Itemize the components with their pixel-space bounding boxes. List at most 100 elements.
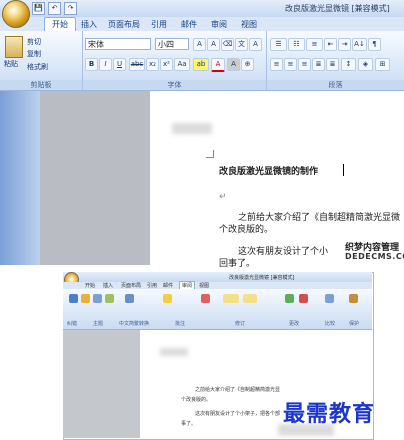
line-spacing-icon[interactable]: ↕ — [341, 58, 356, 71]
tab-page-layout[interactable]: 页面布局 — [106, 19, 142, 31]
text-cursor — [343, 164, 344, 176]
highlight-icon[interactable]: ab — [193, 58, 209, 71]
doc-heading: 改良版激光显微镜的制作 — [219, 167, 319, 177]
margin-mark — [206, 150, 214, 158]
increase-indent-icon[interactable]: ⇥ — [338, 38, 351, 51]
office-button[interactable] — [2, 0, 30, 28]
dedecms-watermark: 织梦内容管理 DEDECMS.COM — [345, 240, 404, 264]
paragraph-group: ☰ ☷ ≡ ⇤ ⇥ A↓ ¶ ≡ ≡ ≡ ≣ ≣ ↕ ◈ ⊞ 段落 — [267, 31, 404, 90]
window-title-small: 改良版激光显微镜 [兼容模式] — [229, 275, 295, 281]
enclose-char-icon[interactable]: ⊕ — [241, 58, 254, 71]
tab-mailings[interactable]: 邮件 — [178, 19, 200, 31]
group-tracking: 修订 — [235, 321, 246, 327]
word-window-top: 💾 ↶ ↷ 改良版激光显微镜 [兼容模式] 开始 插入 页面布局 引用 邮件 审… — [0, 0, 404, 269]
bullets-icon[interactable]: ☰ — [270, 38, 287, 51]
protect-icon[interactable] — [349, 294, 358, 303]
numbering-icon[interactable]: ☷ — [288, 38, 305, 51]
clear-format-icon[interactable]: ⌫ — [221, 38, 234, 51]
tab-home[interactable]: 开始 — [44, 17, 76, 32]
doc-small-para2-line2: 事了。 — [181, 421, 197, 427]
group-changes: 更改 — [289, 321, 300, 327]
delete-comment-icon[interactable] — [201, 294, 210, 303]
strikethrough-icon[interactable]: abc — [129, 58, 145, 71]
left-panel — [0, 91, 40, 265]
workspace-gray — [40, 91, 150, 265]
cut-button[interactable]: 剪切 — [27, 37, 41, 47]
track-changes-icon[interactable] — [223, 294, 239, 303]
shading-icon[interactable]: ◈ — [358, 58, 373, 71]
tab-home-small[interactable]: 开始 — [85, 282, 95, 289]
font-name-select[interactable]: 宋体 — [85, 38, 151, 50]
reject-icon[interactable] — [299, 294, 308, 303]
tab-references-small[interactable]: 引用 — [147, 282, 157, 289]
accept-icon[interactable] — [285, 294, 294, 303]
font-group: 宋体 小四 A A ⌫ 文 A B I U abc x₂ x² Aa ab A … — [83, 31, 267, 90]
thesaurus-icon[interactable] — [93, 294, 102, 303]
grow-font-icon[interactable]: A — [193, 38, 206, 51]
doc-small-para2-line1: 这次有朋友设计了个小架子，把各个部 — [195, 411, 281, 417]
redo-icon[interactable]: ↷ — [64, 2, 77, 15]
align-left-icon[interactable]: ≡ — [270, 58, 283, 71]
justify-icon[interactable]: ≣ — [312, 58, 325, 71]
doc-para2-line2: 回事了。 — [219, 259, 256, 269]
multilevel-list-icon[interactable]: ≡ — [306, 38, 323, 51]
group-protect: 保护 — [349, 321, 360, 327]
italic-icon[interactable]: I — [99, 58, 112, 71]
save-icon[interactable]: 💾 — [32, 2, 45, 15]
shrink-font-icon[interactable]: A — [207, 38, 220, 51]
tab-mailings-small[interactable]: 邮件 — [163, 282, 173, 289]
spelling-icon[interactable] — [69, 294, 78, 303]
balloons-icon[interactable] — [243, 294, 257, 303]
tab-insert[interactable]: 插入 — [78, 19, 100, 31]
quick-access-toolbar: 💾 ↶ ↷ — [32, 2, 77, 15]
translate-icon[interactable] — [105, 294, 114, 303]
new-comment-icon[interactable] — [163, 294, 172, 303]
borders-icon[interactable]: ⊞ — [375, 58, 390, 71]
subscript-icon[interactable]: x₂ — [146, 58, 159, 71]
undo-icon[interactable]: ↶ — [48, 2, 61, 15]
char-border-icon[interactable]: A — [249, 38, 262, 51]
tab-page-layout-small[interactable]: 页面布局 — [121, 282, 141, 289]
char-shading-icon[interactable]: A — [227, 58, 240, 71]
clipboard-group: 粘贴 剪切 复制 格式刷 剪贴板 — [0, 31, 83, 90]
paste-label[interactable]: 粘贴 — [4, 59, 18, 69]
tab-references[interactable]: 引用 — [148, 19, 170, 31]
align-center-icon[interactable]: ≡ — [284, 58, 297, 71]
research-icon[interactable] — [81, 294, 90, 303]
ribbon-tabs-small: 开始 插入 页面布局 引用 邮件 审阅 视图 — [63, 281, 372, 290]
site-watermark: 最需教育 — [283, 401, 376, 427]
phonetic-icon[interactable]: 文 — [235, 38, 248, 51]
format-painter-button[interactable]: 格式刷 — [27, 62, 48, 72]
title-bar-small: 改良版激光显微镜 [兼容模式] — [63, 272, 372, 282]
workspace-gray-small — [63, 330, 140, 438]
compare-icon[interactable] — [325, 294, 334, 303]
paste-icon[interactable] — [5, 36, 23, 58]
decrease-indent-icon[interactable]: ⇤ — [324, 38, 337, 51]
paragraph-group-label: 段落 — [267, 80, 404, 90]
change-case-icon[interactable]: Aa — [174, 58, 190, 71]
show-marks-icon[interactable]: ¶ — [368, 38, 381, 51]
group-proofing: 纠错 — [67, 321, 78, 327]
group-theme: 主题 — [93, 321, 104, 327]
tab-view[interactable]: 视图 — [238, 19, 260, 31]
font-size-select[interactable]: 小四 — [155, 38, 189, 50]
group-comments: 批注 — [175, 321, 186, 327]
sort-icon[interactable]: A↓ — [352, 38, 367, 51]
review-ribbon: 纠错 主题 中文简繁转换 批注 修订 更改 比较 保护 — [63, 289, 372, 330]
tab-view-small[interactable]: 视图 — [199, 282, 209, 289]
superscript-icon[interactable]: x² — [160, 58, 173, 71]
window-title: 改良版激光显微镜 [兼容模式] — [285, 4, 390, 13]
font-color-icon[interactable]: A — [211, 58, 225, 72]
align-right-icon[interactable]: ≡ — [298, 58, 311, 71]
group-compare: 比较 — [325, 321, 336, 327]
copy-button[interactable]: 复制 — [27, 49, 41, 59]
watermark-bottom-text: DEDECMS.COM — [345, 252, 404, 261]
tab-review[interactable]: 审阅 — [208, 19, 230, 31]
trad-simp-icon[interactable] — [125, 294, 134, 303]
group-chinese-conversion: 中文简繁转换 — [119, 321, 150, 327]
doc-small-para1-line2: 个改良版的。 — [181, 397, 212, 403]
tab-insert-small[interactable]: 插入 — [103, 282, 113, 289]
underline-icon[interactable]: U — [113, 58, 126, 71]
bold-icon[interactable]: B — [85, 58, 98, 71]
distributed-icon[interactable]: ≣ — [326, 58, 339, 71]
